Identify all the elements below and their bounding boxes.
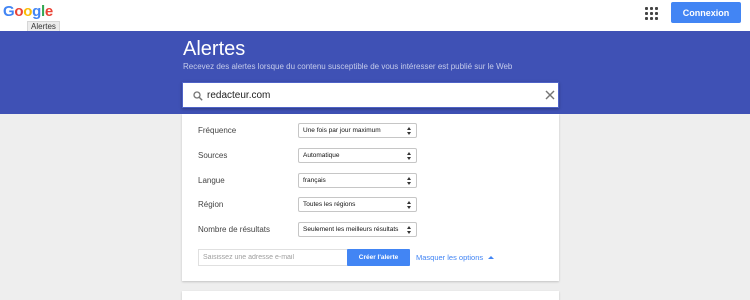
logo-letter: e	[44, 3, 53, 20]
logo-letter: o	[23, 3, 33, 20]
results-count-value: Seulement les meilleurs résultats	[303, 226, 399, 233]
select-arrows-icon	[407, 177, 412, 185]
alert-search-box	[182, 82, 559, 108]
page-title: Alertes	[183, 38, 246, 60]
language-select[interactable]: français	[298, 173, 417, 188]
frequency-select[interactable]: Une fois par jour maximum	[298, 123, 417, 138]
close-icon[interactable]	[544, 89, 556, 101]
chevron-up-icon	[488, 256, 495, 259]
select-arrows-icon	[407, 152, 412, 160]
frequency-value: Une fois par jour maximum	[303, 127, 381, 134]
logo-letter: G	[3, 3, 15, 20]
frequency-label: Fréquence	[198, 126, 237, 135]
google-logo[interactable]: Google	[3, 3, 53, 20]
select-arrows-icon	[407, 201, 412, 209]
region-select[interactable]: Toutes les régions	[298, 197, 417, 212]
search-icon	[193, 91, 203, 101]
select-arrows-icon	[407, 127, 412, 135]
email-field[interactable]	[198, 249, 348, 266]
alerts-list-card	[182, 291, 559, 300]
sources-label: Sources	[198, 151, 228, 160]
create-alert-button[interactable]: Créer l'alerte	[347, 249, 410, 266]
apps-grid-icon[interactable]	[645, 7, 659, 21]
page-subtitle: Recevez des alertes lorsque du contenu s…	[183, 62, 513, 71]
logo-letter: g	[32, 3, 41, 20]
sources-value: Automatique	[303, 152, 340, 159]
select-arrows-icon	[407, 226, 412, 234]
region-label: Région	[198, 200, 224, 209]
signin-button[interactable]: Connexion	[671, 2, 741, 23]
region-value: Toutes les régions	[303, 201, 356, 208]
alert-options-card: Fréquence Une fois par jour maximum Sour…	[182, 114, 559, 281]
language-label: Langue	[198, 176, 225, 185]
sources-select[interactable]: Automatique	[298, 148, 417, 163]
results-count-label: Nombre de résultats	[198, 225, 271, 234]
language-value: français	[303, 177, 326, 184]
hide-options-label: Masquer les options	[416, 253, 484, 262]
logo-letter: o	[14, 3, 24, 20]
alert-query-input[interactable]	[207, 87, 537, 104]
top-bar: Google Alertes Connexion	[0, 0, 750, 33]
results-count-select[interactable]: Seulement les meilleurs résultats	[298, 222, 417, 237]
hide-options-link[interactable]: Masquer les options	[416, 253, 495, 262]
